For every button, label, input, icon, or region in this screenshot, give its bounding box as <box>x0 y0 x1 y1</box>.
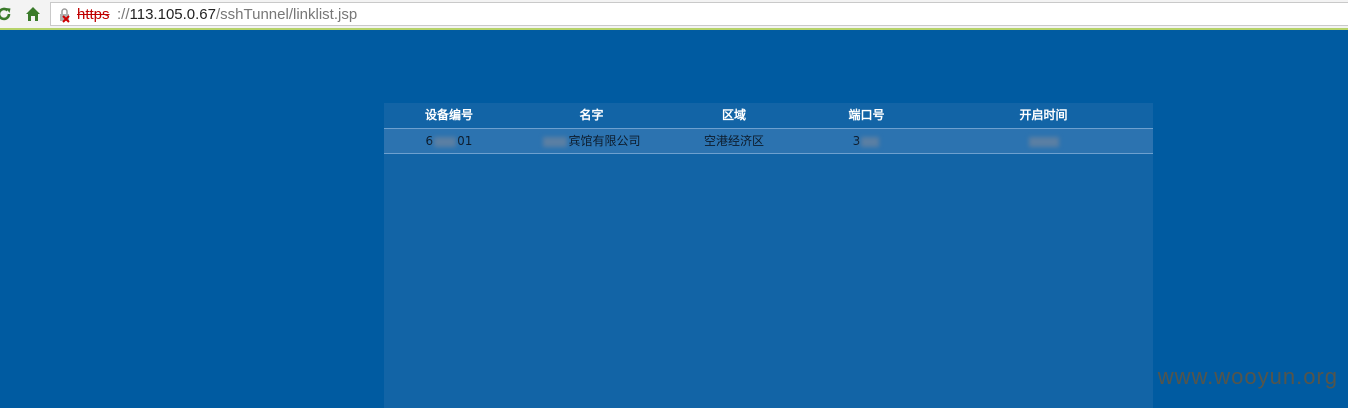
device-id-prefix: 6 <box>425 134 434 148</box>
port-prefix: 3 <box>852 134 861 148</box>
cell-open-time <box>934 129 1153 153</box>
cell-port: 3 <box>799 129 934 153</box>
home-icon[interactable] <box>25 6 41 22</box>
insecure-lock-icon[interactable] <box>57 7 73 23</box>
header-open-time: 开启时间 <box>1019 108 1068 122</box>
address-bar[interactable]: https ://113.105.0.67/sshTunnel/linklist… <box>50 2 1348 26</box>
url-host: 113.105.0.67 <box>129 6 216 23</box>
reload-icon[interactable] <box>0 6 12 22</box>
table-header-row: 设备编号 名字 区域 端口号 开启时间 <box>384 103 1153 127</box>
name-suffix: 宾馆有限公司 <box>568 134 641 148</box>
redacted-mark <box>543 136 568 147</box>
header-name: 名字 <box>579 108 604 122</box>
header-device-id: 设备编号 <box>424 108 473 122</box>
cell-device-id: 6 01 <box>384 129 514 153</box>
header-region: 区域 <box>721 108 746 122</box>
device-id-suffix: 01 <box>457 134 473 148</box>
url-text: ://113.105.0.67/sshTunnel/linklist.jsp <box>117 6 357 24</box>
redacted-mark <box>434 136 457 147</box>
link-list-table: 设备编号 名字 区域 端口号 开启时间 6 01 宾馆有限公司 空港经济区 3 <box>384 103 1153 408</box>
redacted-mark <box>1028 136 1059 147</box>
cell-name: 宾馆有限公司 <box>514 129 669 153</box>
redacted-mark <box>861 136 880 147</box>
cell-region: 空港经济区 <box>703 134 764 148</box>
browser-toolbar: https ://113.105.0.67/sshTunnel/linklist… <box>0 0 1348 30</box>
watermark: www.wooyun.org <box>1157 364 1338 389</box>
url-scheme: https <box>77 6 110 23</box>
header-port: 端口号 <box>848 108 885 122</box>
url-path: /sshTunnel/linklist.jsp <box>216 6 358 23</box>
table-row[interactable]: 6 01 宾馆有限公司 空港经济区 3 <box>384 128 1153 154</box>
url-separator: :// <box>117 6 130 23</box>
